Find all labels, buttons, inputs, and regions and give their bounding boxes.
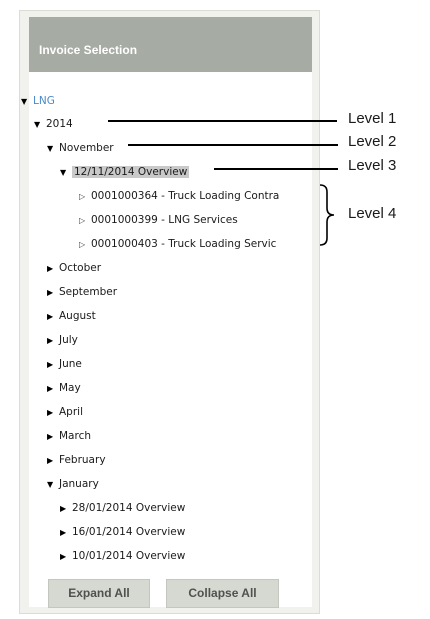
leaf-triangle-icon: ▷ bbox=[79, 240, 86, 249]
tree-node-month[interactable]: ▶ May bbox=[47, 379, 81, 397]
tree-node-month[interactable]: ▶ July bbox=[47, 331, 78, 349]
collapsed-triangle-icon[interactable]: ▶ bbox=[60, 524, 70, 542]
tree-node-overview-selected[interactable]: ▼ 12/11/2014 Overview bbox=[60, 163, 190, 182]
level3-pointer-line bbox=[214, 168, 338, 170]
tree-node-overview[interactable]: ▶ 16/01/2014 Overview bbox=[60, 523, 185, 541]
panel-title: Invoice Selection bbox=[29, 17, 312, 72]
tree-node-overview[interactable]: ▶ 10/01/2014 Overview bbox=[60, 547, 185, 565]
expanded-triangle-icon[interactable]: ▼ bbox=[34, 116, 44, 134]
invoice-selection-panel: Invoice Selection ▼ LNG ▼ 2014 ▼ November ▼… bbox=[19, 10, 320, 614]
level2-pointer-line bbox=[128, 144, 338, 146]
tree-node-month[interactable]: ▶ June bbox=[47, 355, 82, 373]
tree-node-overview[interactable]: ▶ 28/01/2014 Overview bbox=[60, 499, 185, 517]
collapsed-triangle-icon[interactable]: ▶ bbox=[47, 404, 57, 422]
tree-node-month[interactable]: ▶ September bbox=[47, 283, 117, 301]
collapsed-triangle-icon[interactable]: ▶ bbox=[47, 428, 57, 446]
collapsed-triangle-icon[interactable]: ▶ bbox=[47, 260, 57, 278]
expanded-triangle-icon[interactable]: ▼ bbox=[47, 476, 57, 494]
tree-node-month[interactable]: ▶ April bbox=[47, 403, 83, 421]
level4-label: Level 4 bbox=[348, 205, 397, 222]
tree-node-month[interactable]: ▶ August bbox=[47, 307, 96, 325]
collapsed-triangle-icon[interactable]: ▶ bbox=[47, 332, 57, 350]
expand-all-button[interactable]: Expand All bbox=[48, 579, 150, 608]
tree-node-month[interactable]: ▶ October bbox=[47, 259, 101, 277]
collapsed-triangle-icon[interactable]: ▶ bbox=[47, 308, 57, 326]
collapsed-triangle-icon[interactable]: ▶ bbox=[47, 380, 57, 398]
collapse-all-button[interactable]: Collapse All bbox=[166, 579, 279, 608]
level1-label: Level 1 bbox=[348, 110, 397, 127]
collapsed-triangle-icon[interactable]: ▶ bbox=[47, 284, 57, 302]
collapsed-triangle-icon[interactable]: ▶ bbox=[60, 500, 70, 518]
leaf-triangle-icon: ▷ bbox=[79, 216, 86, 225]
expanded-triangle-icon[interactable]: ▼ bbox=[47, 140, 57, 158]
collapsed-triangle-icon[interactable]: ▶ bbox=[47, 356, 57, 374]
collapsed-triangle-icon[interactable]: ▶ bbox=[60, 548, 70, 566]
tree-node-invoice[interactable]: ▷ 0001000403 - Truck Loading Servic bbox=[79, 235, 276, 253]
invoice-tree: ▼ LNG ▼ 2014 ▼ November ▼ 12/11/2014 Overvie… bbox=[21, 72, 312, 607]
level4-brace bbox=[319, 184, 335, 246]
tree-node-lng[interactable]: ▼ LNG bbox=[21, 92, 55, 110]
expanded-triangle-icon[interactable]: ▼ bbox=[60, 164, 70, 182]
tree-node-month[interactable]: ▼ November bbox=[47, 139, 114, 157]
tree-node-invoice[interactable]: ▷ 0001000364 - Truck Loading Contra bbox=[79, 187, 279, 205]
tree-node-month[interactable]: ▼ January bbox=[47, 475, 99, 493]
tree-node-year[interactable]: ▼ 2014 bbox=[34, 115, 73, 133]
level1-pointer-line bbox=[108, 120, 337, 122]
level3-label: Level 3 bbox=[348, 157, 397, 174]
tree-node-invoice[interactable]: ▷ 0001000399 - LNG Services bbox=[79, 211, 238, 229]
tree-node-month[interactable]: ▶ February bbox=[47, 451, 106, 469]
tree-node-month[interactable]: ▶ March bbox=[47, 427, 91, 445]
expanded-triangle-icon[interactable]: ▼ bbox=[21, 93, 31, 111]
level2-label: Level 2 bbox=[348, 133, 397, 150]
collapsed-triangle-icon[interactable]: ▶ bbox=[47, 452, 57, 470]
leaf-triangle-icon: ▷ bbox=[79, 192, 86, 201]
